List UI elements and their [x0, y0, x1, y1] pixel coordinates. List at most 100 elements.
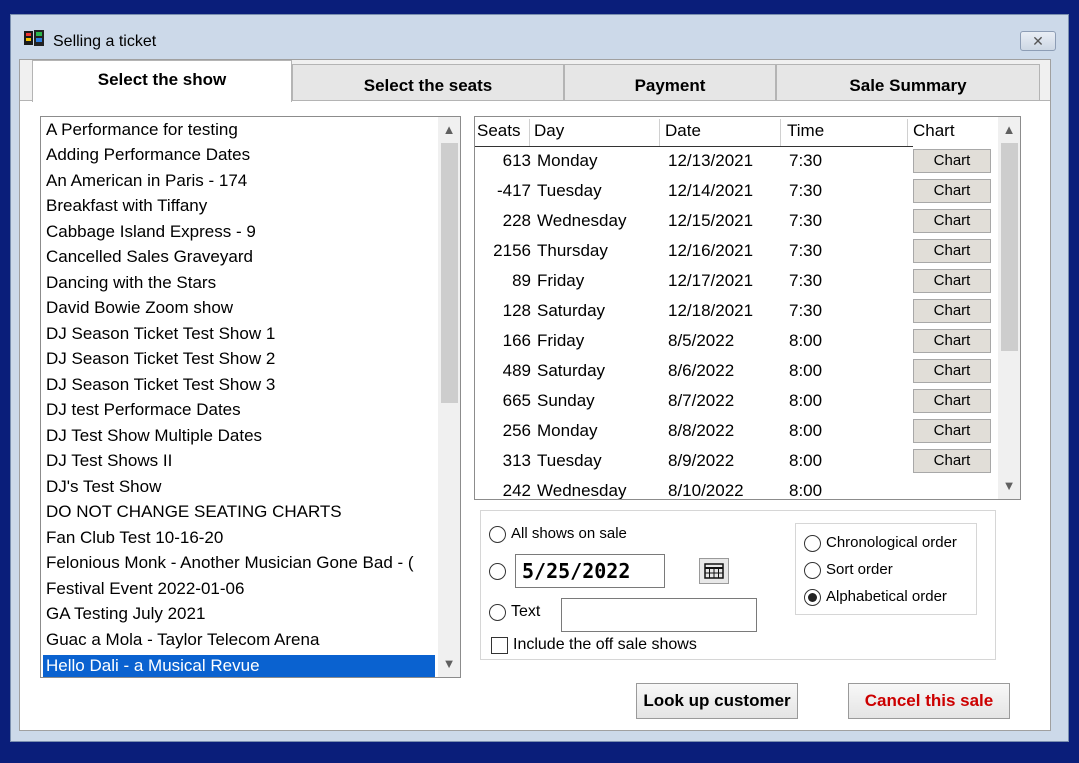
- date-cell: 8/10/2022: [668, 481, 744, 500]
- list-item[interactable]: DJ Season Ticket Test Show 1: [43, 323, 435, 345]
- list-item[interactable]: DO NOT CHANGE SEATING CHARTS: [43, 501, 435, 523]
- list-item[interactable]: Breakfast with Tiffany: [43, 195, 435, 217]
- list-item[interactable]: An American in Paris - 174: [43, 170, 435, 192]
- date-cell: 8/8/2022: [668, 421, 735, 440]
- seats-cell: 228: [502, 211, 531, 230]
- seats-cell: 166: [502, 331, 531, 350]
- list-item[interactable]: DJ Test Shows II: [43, 450, 435, 472]
- header-underline: [475, 146, 913, 147]
- seats-cell: 128: [502, 301, 531, 320]
- list-item[interactable]: DJ's Test Show: [43, 476, 435, 498]
- include-off-sale-label: Include the off sale shows: [513, 636, 697, 653]
- chart-button[interactable]: Chart: [913, 299, 991, 323]
- day-cell: Wednesday: [537, 481, 627, 500]
- column-header-day[interactable]: Day: [534, 119, 564, 143]
- list-item[interactable]: Dancing with the Stars: [43, 272, 435, 294]
- time-cell: 8:00: [789, 481, 823, 500]
- scroll-up-icon[interactable]: ▲: [998, 119, 1020, 141]
- sort-order-radio[interactable]: [804, 562, 821, 579]
- column-header-seats[interactable]: Seats: [477, 119, 520, 143]
- tab-payment[interactable]: Payment: [564, 64, 776, 102]
- time-cell: 7:30: [789, 181, 823, 200]
- performance-scrollbar[interactable]: ▲ ▼: [998, 117, 1020, 499]
- calendar-button[interactable]: [699, 558, 729, 584]
- chart-button[interactable]: Chart: [913, 179, 991, 203]
- column-header-time[interactable]: Time: [787, 119, 824, 143]
- chart-button[interactable]: Chart: [913, 419, 991, 443]
- time-cell: 8:00: [789, 331, 823, 350]
- column-header-date[interactable]: Date: [665, 119, 701, 143]
- all-shows-radio[interactable]: [489, 526, 506, 543]
- window-title: Selling a ticket: [53, 33, 157, 50]
- day-cell: Monday: [537, 421, 598, 440]
- chart-button[interactable]: Chart: [913, 389, 991, 413]
- list-item[interactable]: Felonious Monk - Another Musician Gone B…: [43, 552, 435, 574]
- column-divider: [907, 119, 908, 146]
- calendar-icon: [704, 563, 724, 579]
- day-cell: Friday: [537, 271, 585, 290]
- tab-control: Select the show Select the seats Payment…: [19, 59, 1051, 731]
- show-list-scrollbar[interactable]: ▲ ▼: [438, 117, 460, 677]
- chronological-order-label: Chronological order: [826, 534, 957, 551]
- tab-sale-summary[interactable]: Sale Summary: [776, 64, 1040, 102]
- time-cell: 7:30: [789, 271, 823, 290]
- list-item[interactable]: David Bowie Zoom show: [43, 297, 435, 319]
- seats-cell: 665: [502, 391, 531, 410]
- filter-panel: All shows on sale 5/25/2022 Text Include…: [480, 510, 996, 660]
- list-item[interactable]: Festival Event 2022-01-06: [43, 578, 435, 600]
- list-item[interactable]: Cancelled Sales Graveyard: [43, 246, 435, 268]
- chart-button[interactable]: Chart: [913, 449, 991, 473]
- list-item[interactable]: DJ Season Ticket Test Show 3: [43, 374, 435, 396]
- list-item[interactable]: GA Testing July 2021: [43, 603, 435, 625]
- alphabetical-order-radio[interactable]: [804, 589, 821, 606]
- look-up-customer-button[interactable]: Look up customer: [636, 683, 798, 719]
- seats-cell: 89: [512, 271, 531, 290]
- list-item[interactable]: DJ Season Ticket Test Show 2: [43, 348, 435, 370]
- chart-button[interactable]: Chart: [913, 209, 991, 233]
- day-cell: Thursday: [537, 241, 608, 260]
- chronological-order-radio[interactable]: [804, 535, 821, 552]
- time-cell: 8:00: [789, 391, 823, 410]
- date-radio[interactable]: [489, 563, 506, 580]
- chart-button[interactable]: Chart: [913, 359, 991, 383]
- include-off-sale-checkbox[interactable]: [491, 637, 508, 654]
- scroll-down-icon[interactable]: ▼: [998, 475, 1020, 497]
- chart-button[interactable]: Chart: [913, 269, 991, 293]
- column-header-chart[interactable]: Chart: [913, 119, 955, 143]
- day-cell: Sunday: [537, 391, 595, 410]
- list-item[interactable]: Fan Club Test 10-16-20: [43, 527, 435, 549]
- tab-select-show[interactable]: Select the show: [32, 60, 292, 102]
- date-field[interactable]: 5/25/2022: [515, 554, 665, 588]
- close-button[interactable]: ✕: [1020, 31, 1056, 51]
- seats-cell: 313: [502, 451, 531, 470]
- date-cell: 12/17/2021: [668, 271, 754, 290]
- list-item[interactable]: Adding Performance Dates: [43, 144, 435, 166]
- scroll-thumb[interactable]: [1001, 143, 1018, 351]
- list-item[interactable]: Guac a Mola - Taylor Telecom Arena: [43, 629, 435, 651]
- sort-order-label: Sort order: [826, 561, 893, 578]
- show-listbox[interactable]: A Performance for testing Adding Perform…: [40, 116, 461, 678]
- text-radio[interactable]: [489, 604, 506, 621]
- day-cell: Wednesday: [537, 211, 627, 230]
- text-label: Text: [511, 603, 541, 620]
- date-cell: 12/13/2021: [668, 151, 754, 170]
- chart-button[interactable]: Chart: [913, 329, 991, 353]
- theater-masks-icon: [24, 30, 44, 46]
- seats-cell: 613: [502, 151, 531, 170]
- performance-table: Seats Day Date Time Chart 613 Monday 12/…: [474, 116, 1021, 500]
- scroll-thumb[interactable]: [441, 143, 458, 403]
- tab-select-seats[interactable]: Select the seats: [292, 64, 564, 102]
- chart-button[interactable]: Chart: [913, 149, 991, 173]
- text-search-input[interactable]: [561, 598, 757, 632]
- list-item[interactable]: A Performance for testing: [43, 119, 435, 141]
- list-item[interactable]: Cabbage Island Express - 9: [43, 221, 435, 243]
- cancel-sale-button[interactable]: Cancel this sale: [848, 683, 1010, 719]
- scroll-up-icon[interactable]: ▲: [438, 119, 460, 141]
- list-item[interactable]: DJ test Performace Dates: [43, 399, 435, 421]
- chart-button[interactable]: Chart: [913, 239, 991, 263]
- list-item[interactable]: DJ Test Show Multiple Dates: [43, 425, 435, 447]
- title-bar: Selling a ticket ✕: [11, 15, 1068, 59]
- seats-cell: -417: [496, 181, 531, 200]
- list-item-selected[interactable]: Hello Dali - a Musical Revue: [43, 655, 435, 677]
- scroll-down-icon[interactable]: ▼: [438, 653, 460, 675]
